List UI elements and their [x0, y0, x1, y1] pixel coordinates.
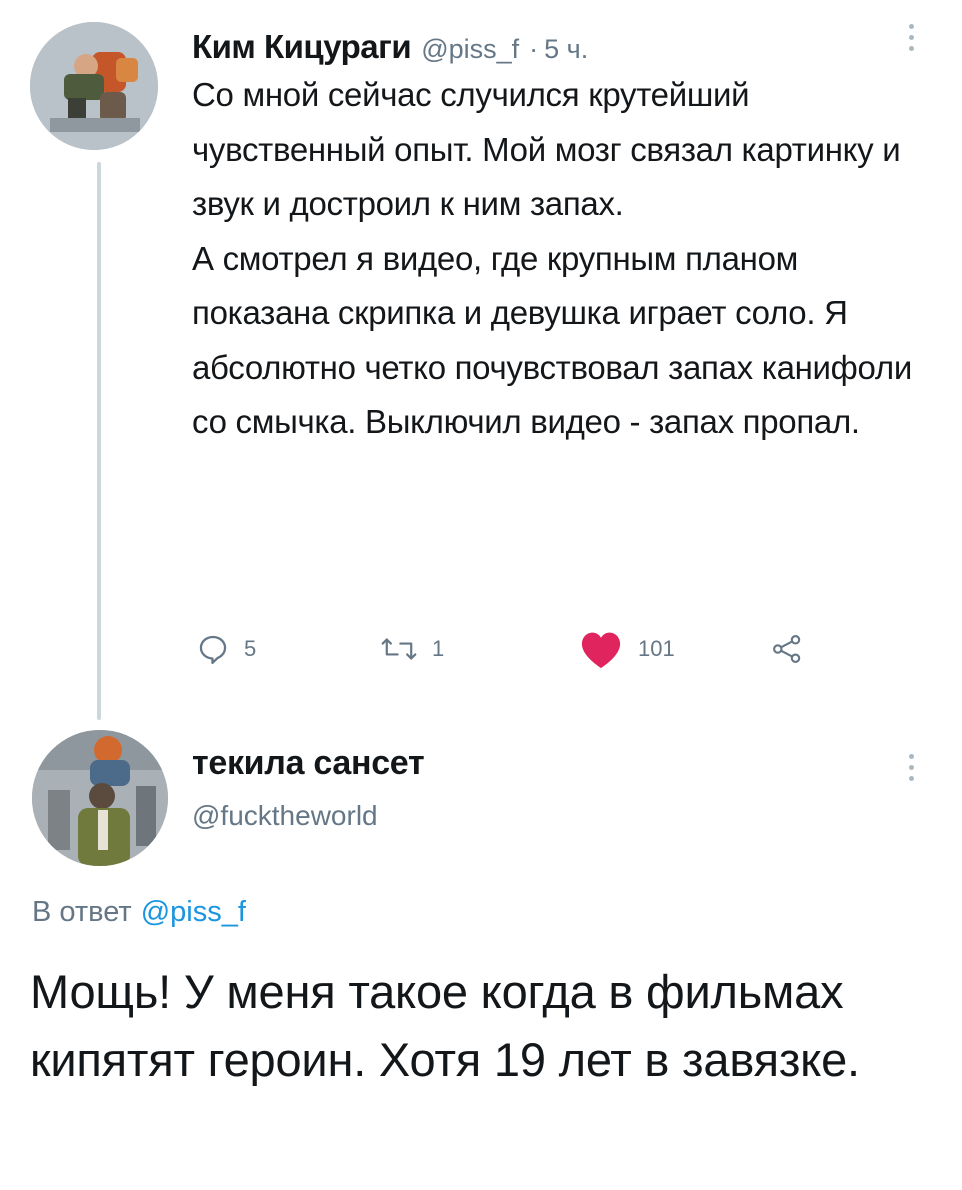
like-count: 101 [638, 636, 675, 661]
author-name[interactable]: Ким Кицураги [192, 28, 412, 65]
replying-to: В ответ @piss_f [32, 896, 246, 929]
tweet-text: Со мной сейчас случился крутейший чувств… [192, 68, 912, 450]
reply-author-name[interactable]: текила сансет [192, 744, 425, 783]
retweet-icon [381, 638, 417, 660]
tweet-timestamp[interactable]: 5 ч. [544, 34, 588, 64]
reply-count: 5 [244, 636, 257, 661]
retweet-count: 1 [432, 636, 445, 661]
like-icon [581, 632, 621, 669]
tweet-header: Ким Кицураги @piss_f · 5 ч. [192, 28, 588, 66]
reply-text: Мощь! У меня такое когда в фильмах кипят… [30, 965, 860, 1086]
author-handle[interactable]: @piss_f [421, 34, 519, 64]
separator-dot: · [529, 34, 539, 64]
reply-icon [199, 635, 227, 665]
share-button[interactable] [770, 628, 804, 670]
avatar-image [30, 22, 158, 150]
replying-to-label: В ответ [32, 896, 132, 928]
reply-button[interactable]: 5 [196, 628, 256, 670]
like-button[interactable]: 101 [578, 628, 675, 670]
tweet-paragraph: Со мной сейчас случился крутейший чувств… [192, 76, 901, 222]
reply-author-handle[interactable]: @fucktheworld [192, 800, 378, 832]
tweet-paragraph: А смотрел я видео, где крупным планом по… [192, 239, 912, 441]
more-options-icon[interactable] [908, 754, 916, 787]
avatar[interactable] [30, 22, 158, 150]
share-icon [773, 635, 801, 663]
avatar[interactable] [32, 730, 168, 866]
avatar-image [32, 730, 168, 866]
replying-to-mention[interactable]: @piss_f [141, 896, 246, 928]
more-options-icon[interactable] [908, 24, 916, 57]
retweet-button[interactable]: 1 [380, 628, 444, 670]
thread-line [97, 162, 101, 720]
